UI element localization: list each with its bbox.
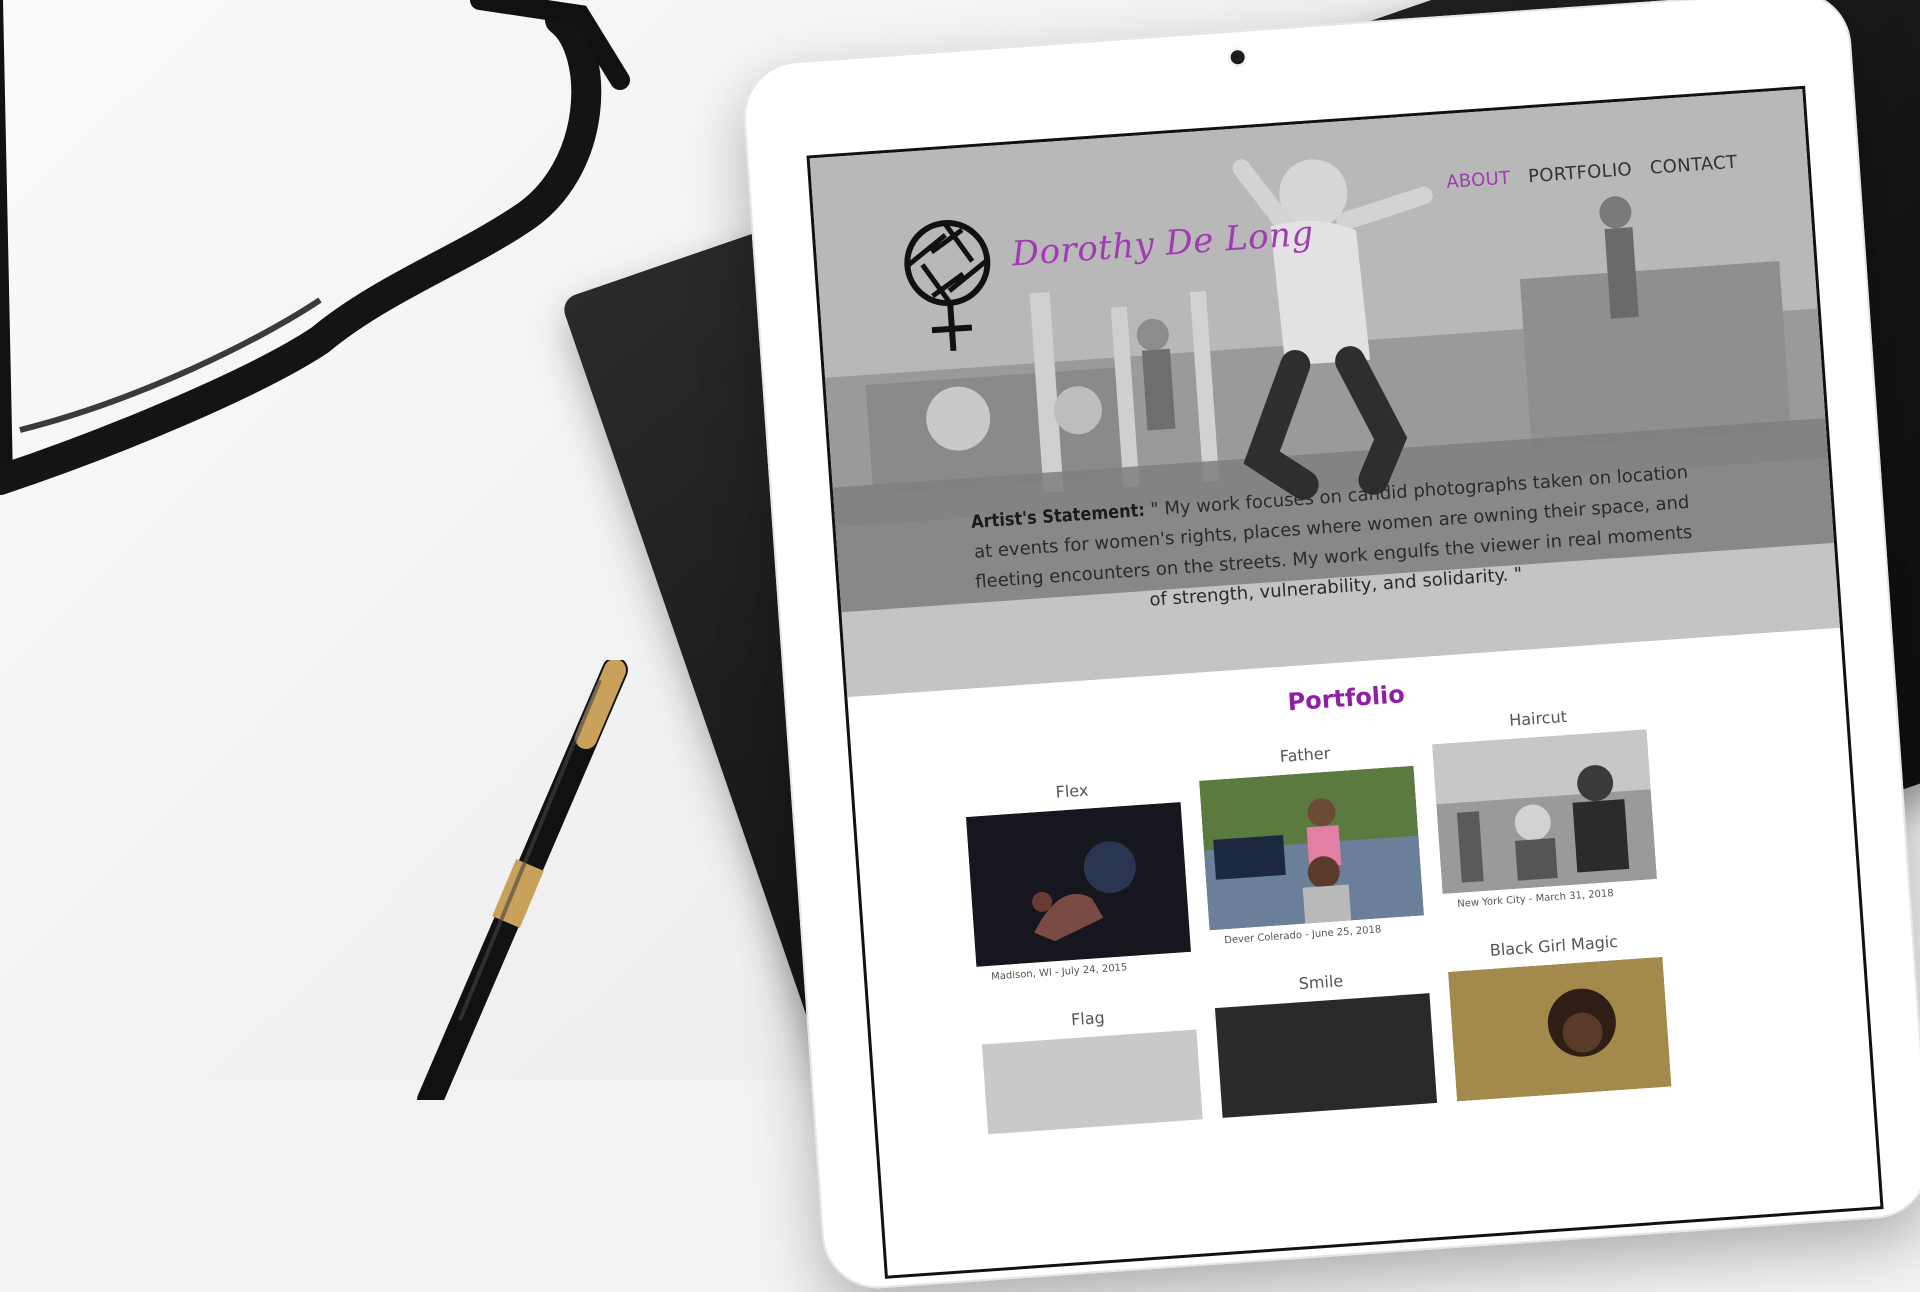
- portfolio-card-title: Flag: [1070, 1007, 1106, 1030]
- portfolio-card-smile[interactable]: Smile: [1213, 965, 1438, 1120]
- portfolio-caption: New York City - March 31, 2018: [1456, 888, 1615, 910]
- portfolio-card-black-girl-magic[interactable]: Black Girl Magic: [1446, 929, 1672, 1104]
- tablet-screen: Dorothy De Long ABOUT PORTFOLIO CONTACT …: [806, 85, 1884, 1279]
- portfolio-card-title: Flex: [1054, 780, 1089, 802]
- portfolio-photo-flex[interactable]: [966, 802, 1191, 967]
- portfolio-card-title: Smile: [1298, 971, 1344, 994]
- portfolio-card-title: Haircut: [1508, 706, 1568, 730]
- portfolio-card-father[interactable]: Father Dever Colerado - June 25, 2018: [1197, 738, 1425, 953]
- portfolio-card-flex[interactable]: Flex Madison, WI - July 24, 2015: [964, 774, 1192, 989]
- portfolio-card-title: Black Girl Magic: [1489, 931, 1619, 960]
- portfolio-card-flag[interactable]: Flag: [980, 1002, 1203, 1137]
- portfolio-card-title: Father: [1279, 743, 1331, 767]
- portfolio-caption: Madison, WI - July 24, 2015: [990, 962, 1128, 983]
- portfolio-photo-father[interactable]: [1199, 765, 1424, 931]
- eyeglasses: [0, 0, 630, 495]
- tablet-device: Dorothy De Long ABOUT PORTFOLIO CONTACT …: [740, 0, 1920, 1292]
- nav-about[interactable]: ABOUT: [1446, 168, 1511, 193]
- aperture-venus-logo: [904, 220, 991, 352]
- portfolio-photo-flag[interactable]: [981, 1029, 1203, 1135]
- hero-section: Dorothy De Long ABOUT PORTFOLIO CONTACT …: [809, 88, 1840, 698]
- concert-photo-background: [809, 88, 1840, 698]
- front-camera: [1230, 49, 1246, 65]
- portfolio-photo-haircut[interactable]: [1432, 729, 1658, 895]
- pen: [417, 660, 628, 1100]
- portfolio-card-haircut[interactable]: Haircut New York City - March 31, 2018: [1430, 701, 1658, 916]
- portfolio-photo-smile[interactable]: [1214, 993, 1438, 1118]
